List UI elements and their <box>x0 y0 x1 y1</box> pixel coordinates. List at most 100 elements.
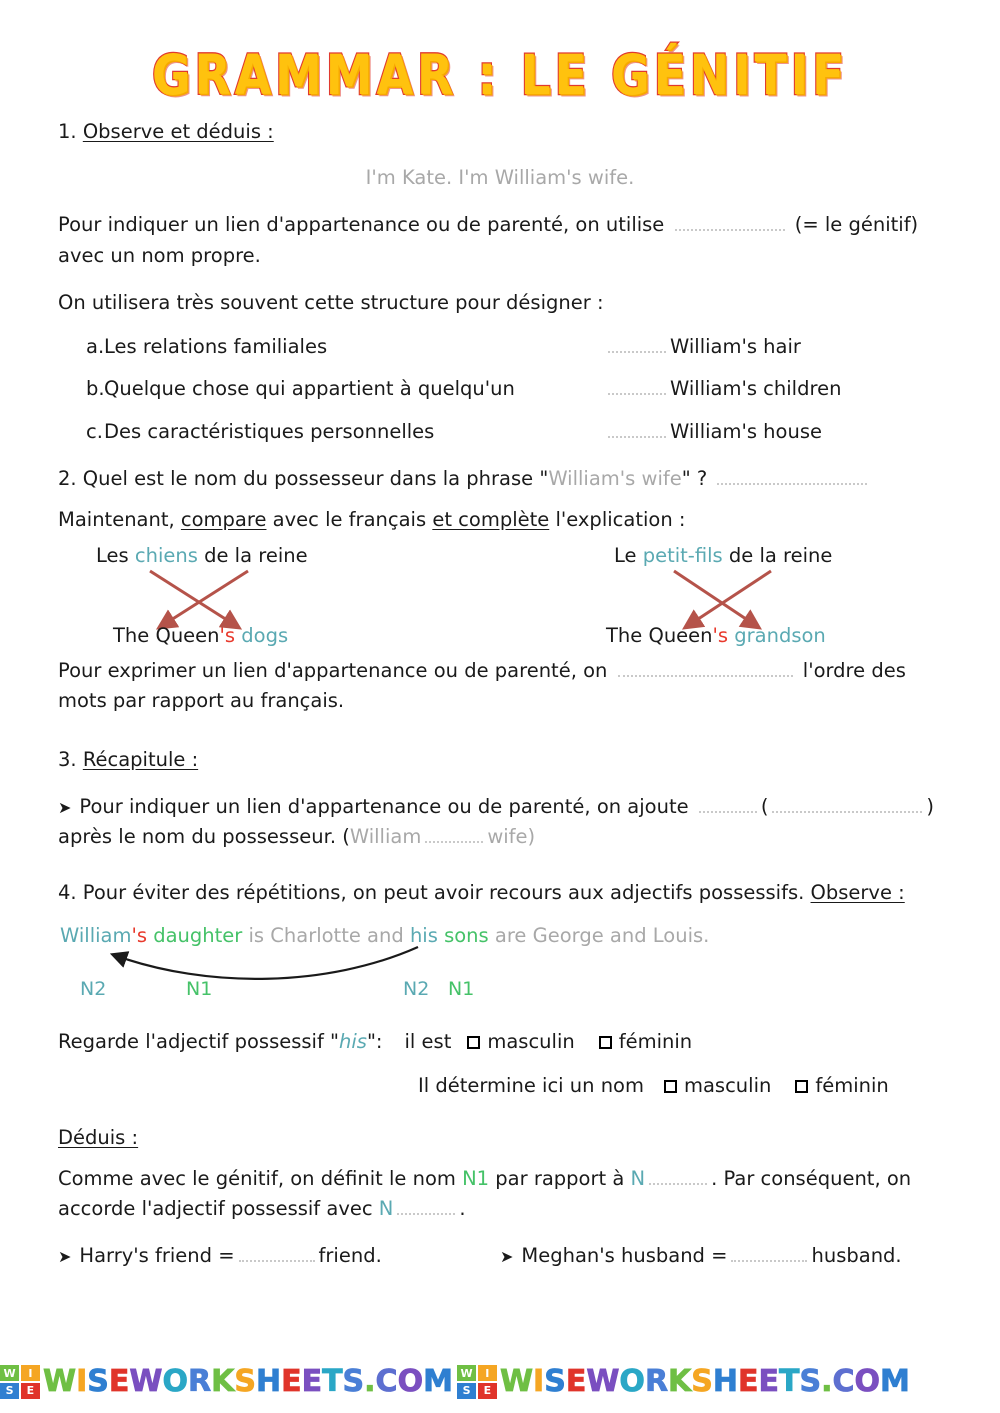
section-2-instruction: Maintenant, compare avec le français et … <box>58 505 942 535</box>
section-2-question-part1: 2. Quel est le nom du possesseur dans la… <box>58 466 549 490</box>
section-3-number: 3. <box>58 747 77 771</box>
blank-match-c[interactable] <box>608 419 666 438</box>
instruction-a: Maintenant, <box>58 507 181 531</box>
list-item-marker: b. <box>86 377 105 401</box>
option-label: masculin <box>487 1029 575 1053</box>
chevron-right-icon: ➤ <box>58 1246 72 1266</box>
worksheet-body: 1. Observe et déduis : I'm Kate. I'm Wil… <box>0 117 1000 1271</box>
check-lead-tail: ": <box>366 1029 383 1053</box>
blank-n-index-1[interactable] <box>649 1167 708 1186</box>
watermark-brand-text: WISEWORKSHEETS.COM <box>43 1364 454 1399</box>
option-masculine-1[interactable]: masculin <box>467 1027 575 1057</box>
section-2-question: 2. Quel est le nom du possesseur dans la… <box>58 464 942 494</box>
deduis-paragraph: Comme avec le génitif, on définit le nom… <box>58 1164 942 1224</box>
label-n2-right: N2 <box>403 977 430 1000</box>
option-feminine-1[interactable]: féminin <box>598 1027 692 1057</box>
logo-letter-e: E <box>20 1382 40 1399</box>
blank-example-apostrophe[interactable] <box>425 825 484 844</box>
en-after: dogs <box>235 624 289 648</box>
section-1-number: 1. <box>58 120 77 143</box>
en-apostrophe-s: 's <box>712 624 729 648</box>
blank-genitive[interactable] <box>674 213 785 232</box>
check-prompt-1: il est <box>404 1029 452 1053</box>
checkbox-icon[interactable] <box>663 1079 677 1093</box>
conclusion-part1: Pour exprimer un lien d'appartenance ou … <box>58 659 608 683</box>
example-word-william: William <box>349 825 422 849</box>
blank-apostrophe-name[interactable] <box>772 794 923 813</box>
blank-add-apostrophe[interactable] <box>698 794 757 813</box>
section-2-question-part2: " ? <box>681 466 708 490</box>
list-item-english: William's hair <box>670 335 801 359</box>
list-item-english: William's children <box>670 377 842 401</box>
bullet-part2: après le nom du possesseur. ( <box>58 825 350 849</box>
blank-match-a[interactable] <box>608 335 666 354</box>
option-label: masculin <box>683 1073 772 1097</box>
section-4-intro: 4. Pour éviter des répétitions, on peut … <box>58 878 942 908</box>
check-lead-text: Regarde l'adjectif possessif " <box>58 1029 340 1053</box>
list-item-french: Quelque chose qui appartient à quelqu'un <box>104 377 515 401</box>
checkbox-row-label: Regarde l'adjectif possessif "his": <box>58 1027 383 1057</box>
deduis-heading: Déduis : <box>58 1123 942 1153</box>
checkbox-icon[interactable] <box>795 1079 809 1093</box>
list-item-french: Les relations familiales <box>104 335 328 359</box>
list-item-french: Des caractéristiques personnelles <box>104 419 435 443</box>
practice-bullet-meghan: ➤ Meghan's husband = husband. <box>500 1241 942 1271</box>
section-2-quoted-phrase: William's wife <box>548 466 682 490</box>
section-4-observe: Observe : <box>810 881 905 905</box>
close-paren: ) <box>926 794 935 818</box>
cross-english-phrase: The Queen's dogs <box>113 621 288 651</box>
bullet-part3: ) <box>527 825 536 849</box>
blank-match-b[interactable] <box>608 377 666 396</box>
section-4-intro-text: 4. Pour éviter des répétitions, on peut … <box>58 881 811 905</box>
logo-letter-w: W <box>456 1365 477 1382</box>
logo-letter-s: S <box>0 1382 20 1399</box>
deduis-n1: N1 <box>462 1167 490 1191</box>
cross-diagram-dogs: Les chiens de la reine The Queen's dogs <box>58 541 458 656</box>
practice-right: husband. <box>811 1243 902 1267</box>
checkbox-icon[interactable] <box>598 1035 612 1049</box>
page-title: GRAMMAR : LE GÉNITIF <box>151 42 849 109</box>
chevron-right-icon: ➤ <box>500 1246 514 1266</box>
watermark-instance: W I S E WISEWORKSHEETS.COM <box>0 1365 453 1399</box>
option-label: féminin <box>815 1073 889 1097</box>
deduis-heading-text: Déduis : <box>58 1125 139 1149</box>
logo-letter-w: W <box>0 1365 20 1382</box>
list-item-english: William's house <box>670 419 822 443</box>
practice-bullet-harry: ➤ Harry's friend = friend. <box>58 1241 500 1271</box>
en-before: The Queen <box>113 624 220 648</box>
blank-possessor-name[interactable] <box>717 466 868 485</box>
logo-letter-i: I <box>20 1365 40 1382</box>
logo-letter-e: E <box>477 1382 497 1399</box>
list-item-marker: a. <box>86 335 105 359</box>
wiseworksheets-logo-icon: W I S E <box>456 1365 497 1399</box>
cross-english-phrase: The Queen's grandson <box>606 621 826 651</box>
example-word-wife: wife <box>487 825 528 849</box>
en-before: The Queen <box>606 624 713 648</box>
fr-after: de la reine <box>197 544 308 568</box>
list-item: c. Des caractéristiques personnelles Wil… <box>58 417 942 447</box>
list-item-marker: c. <box>86 419 103 443</box>
practice-left: Harry's friend = <box>79 1243 235 1267</box>
instruction-c: avec le français <box>266 507 433 531</box>
fr-highlight: petit-fils <box>642 544 723 568</box>
en-after: grandson <box>728 624 826 648</box>
cross-diagrams: Les chiens de la reine The Queen's dogs … <box>58 541 942 656</box>
check-word-his: his <box>339 1029 367 1053</box>
blank-possessive-harry[interactable] <box>238 1243 315 1262</box>
blank-n-index-2[interactable] <box>397 1197 456 1216</box>
label-n2-left: N2 <box>80 977 107 1000</box>
blank-possessive-meghan[interactable] <box>731 1243 808 1262</box>
practice-right: friend. <box>318 1243 382 1267</box>
possessive-example-area: William's daughter is Charlotte and his … <box>58 921 942 1013</box>
watermark-brand-text: WISEWORKSHEETS.COM <box>499 1364 911 1399</box>
open-paren: ( <box>760 794 769 818</box>
checkbox-icon[interactable] <box>467 1035 481 1049</box>
blank-word-order[interactable] <box>617 659 793 678</box>
option-feminine-2[interactable]: féminin <box>795 1071 889 1101</box>
option-masculine-2[interactable]: masculin <box>663 1071 772 1101</box>
list-item: a. Les relations familiales William's ha… <box>58 332 942 362</box>
logo-letter-i: I <box>477 1365 497 1382</box>
check-prompt-2: Il détermine ici un nom <box>418 1073 644 1097</box>
label-n1-left: N1 <box>186 977 213 1000</box>
section-2-conclusion: Pour exprimer un lien d'appartenance ou … <box>58 656 942 716</box>
